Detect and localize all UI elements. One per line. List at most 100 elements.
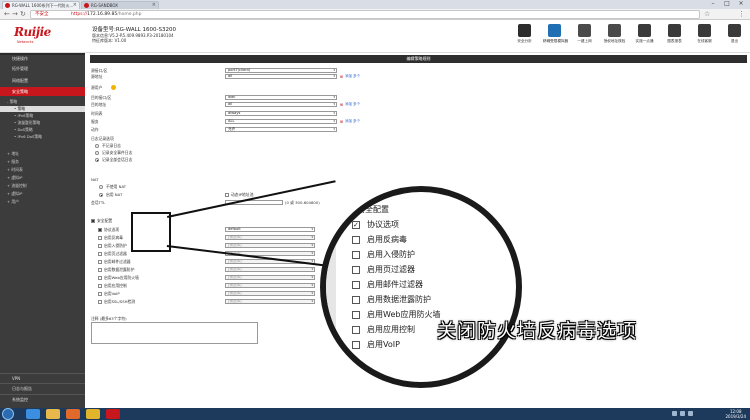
src-address-select[interactable]: all bbox=[225, 74, 337, 79]
security-option-checkbox[interactable] bbox=[98, 260, 102, 264]
service-add-link[interactable]: 添加 bbox=[345, 119, 352, 124]
src-interface-select[interactable]: port7(client) bbox=[225, 68, 337, 73]
nat-dynamic-checkbox[interactable] bbox=[225, 193, 229, 197]
magnifier-row-label: 启用VoIP bbox=[367, 340, 400, 349]
sidebar-sub-policy-group[interactable]: - 策略 bbox=[0, 99, 85, 105]
start-button-icon[interactable] bbox=[2, 408, 14, 420]
toolbar-item[interactable]: 在线客服 bbox=[693, 23, 716, 51]
star-icon[interactable]: ☆ bbox=[704, 10, 710, 19]
toolbar-item[interactable]: 授权地址核验 bbox=[603, 23, 626, 51]
security-option-profile-select[interactable]: [请选择] bbox=[225, 243, 315, 248]
help-icon[interactable] bbox=[111, 85, 116, 90]
sidebar-sub-address[interactable]: + 地址 bbox=[0, 151, 85, 157]
toolbar-item[interactable]: 退出 bbox=[723, 23, 746, 51]
comment-textarea[interactable] bbox=[91, 322, 258, 344]
sidebar-item-monitor[interactable]: 系统监控 bbox=[0, 394, 85, 403]
taskbar-clock[interactable]: 12:08 2019/3/24 bbox=[725, 409, 746, 419]
schedule-select[interactable]: always bbox=[225, 111, 337, 116]
not-secure-label[interactable]: 不安全 bbox=[35, 12, 49, 18]
security-config-checkbox[interactable] bbox=[91, 219, 95, 223]
src-address-multi-link[interactable]: 多个 bbox=[353, 74, 360, 79]
security-option-checkbox[interactable] bbox=[98, 300, 102, 304]
magnifier-checkbox bbox=[342, 205, 350, 214]
security-option-checkbox[interactable] bbox=[98, 236, 102, 240]
src-address-add-icon[interactable]: ⊞ bbox=[340, 74, 343, 79]
nat-on-radio[interactable] bbox=[99, 193, 103, 197]
tab-rg-wall[interactable]: RG-WALL 1600系列下一代防火... × bbox=[2, 1, 80, 9]
sidebar-sub-user[interactable]: + 用户 bbox=[0, 199, 85, 205]
forward-icon[interactable]: → bbox=[12, 10, 18, 19]
service-add-icon[interactable]: ⊞ bbox=[340, 119, 343, 124]
media-icon[interactable] bbox=[66, 409, 80, 419]
sidebar-item-topology[interactable]: 拓扑管理 bbox=[0, 64, 85, 73]
toolbar-item[interactable]: 图表报表 bbox=[663, 23, 686, 51]
sidebar-sub-dos-policy[interactable]: • DoS策略 bbox=[0, 127, 85, 133]
security-option-profile-select[interactable]: [请选择] bbox=[225, 283, 315, 288]
dst-address-add-icon[interactable]: ⊞ bbox=[340, 102, 343, 107]
security-option-profile-select[interactable]: [请选择] bbox=[225, 275, 315, 280]
security-option-checkbox[interactable] bbox=[98, 292, 102, 296]
security-option-profile-select[interactable]: default bbox=[225, 227, 315, 232]
url-input[interactable]: 不安全 https://172.16.89.85/home.php bbox=[30, 10, 700, 19]
folder-icon[interactable] bbox=[46, 409, 60, 419]
toolbar-item[interactable]: 实施一点通 bbox=[633, 23, 656, 51]
dst-address-multi-link[interactable]: 多个 bbox=[353, 102, 360, 107]
field-label-src-user: 源用户 bbox=[91, 85, 103, 90]
close-tab-icon[interactable]: × bbox=[152, 2, 156, 9]
security-option-profile-select[interactable]: [请选择] bbox=[225, 291, 315, 296]
sidebar-sub-vip2[interactable]: + 虚拟IP bbox=[0, 191, 85, 197]
log-security-radio[interactable] bbox=[95, 151, 99, 155]
tray-volume-icon[interactable] bbox=[688, 411, 693, 416]
security-option-checkbox[interactable] bbox=[98, 244, 102, 248]
sidebar-sub-vip[interactable]: + 虚拟IP bbox=[0, 175, 85, 181]
minimize-icon[interactable]: – bbox=[706, 0, 720, 8]
nat-off-radio[interactable] bbox=[99, 185, 103, 189]
dst-interface-select[interactable]: wan bbox=[225, 95, 337, 100]
close-tab-icon[interactable]: × bbox=[73, 2, 77, 9]
security-option-profile-select[interactable]: [请选择] bbox=[225, 267, 315, 272]
sidebar-sub-service[interactable]: + 服务 bbox=[0, 159, 85, 165]
sidebar-item-network[interactable]: 网络配置 bbox=[0, 76, 85, 85]
field-label-action: 动作 bbox=[91, 127, 99, 132]
toolbar-item[interactable]: 安全分析 bbox=[513, 23, 536, 51]
security-option-profile-select[interactable]: [请选择] bbox=[225, 299, 315, 304]
toolbar-item[interactable]: 精确受限模拟器 bbox=[543, 23, 568, 51]
toolbar-item[interactable]: 一键上网 bbox=[573, 23, 596, 51]
close-window-icon[interactable]: × bbox=[734, 0, 748, 8]
dst-address-select[interactable]: all bbox=[225, 102, 337, 107]
reload-icon[interactable]: ↻ bbox=[20, 10, 26, 19]
chrome-icon[interactable] bbox=[86, 409, 100, 419]
security-option-profile-select[interactable]: [请选择] bbox=[225, 235, 315, 240]
sidebar-sub-shaping-policy[interactable]: • 流量整形策略 bbox=[0, 120, 85, 126]
sidebar-sub-traffic[interactable]: + 流量控制 bbox=[0, 183, 85, 189]
security-option-checkbox[interactable] bbox=[98, 276, 102, 280]
service-select[interactable]: ALL bbox=[225, 119, 337, 124]
security-option-checkbox[interactable] bbox=[98, 268, 102, 272]
sidebar-sub-ipv6-dos-policy[interactable]: • IPv6 DoS策略 bbox=[0, 134, 85, 140]
menu-icon[interactable]: ⋮ bbox=[738, 10, 745, 19]
sidebar-item-security-policy[interactable]: 安全策略 bbox=[0, 87, 85, 96]
sidebar-sub-schedule[interactable]: + 时间表 bbox=[0, 167, 85, 173]
security-option-checkbox[interactable] bbox=[98, 284, 102, 288]
security-option-checkbox[interactable] bbox=[98, 228, 102, 232]
sidebar-item-vpn[interactable]: VPN bbox=[0, 373, 85, 382]
log-all-radio[interactable] bbox=[95, 158, 99, 162]
sidebar-item-logs[interactable]: 日志与报告 bbox=[0, 383, 85, 392]
src-address-add-link[interactable]: 添加 bbox=[345, 74, 352, 79]
sidebar-sub-ipv6-policy[interactable]: • IPv6策略 bbox=[0, 113, 85, 119]
magnifier-row: 协议选项 bbox=[352, 219, 399, 231]
security-option-checkbox[interactable] bbox=[98, 252, 102, 256]
tab-sandbox[interactable]: RG-SANDBOX × bbox=[81, 1, 159, 9]
back-icon[interactable]: ← bbox=[4, 10, 10, 19]
action-select[interactable]: 允许 bbox=[225, 127, 337, 132]
log-none-radio[interactable] bbox=[95, 144, 99, 148]
tray-network-icon[interactable] bbox=[680, 411, 685, 416]
filezilla-icon[interactable] bbox=[106, 409, 120, 419]
ie-icon[interactable] bbox=[26, 409, 40, 419]
sidebar-sub-policy[interactable]: • 策略 bbox=[0, 106, 85, 112]
maximize-icon[interactable]: □ bbox=[720, 0, 734, 8]
service-multi-link[interactable]: 多个 bbox=[353, 119, 360, 124]
dst-address-add-link[interactable]: 添加 bbox=[345, 102, 352, 107]
tray-flag-icon[interactable] bbox=[672, 411, 677, 416]
sidebar-item-quick[interactable]: 快捷操作 bbox=[0, 54, 85, 63]
